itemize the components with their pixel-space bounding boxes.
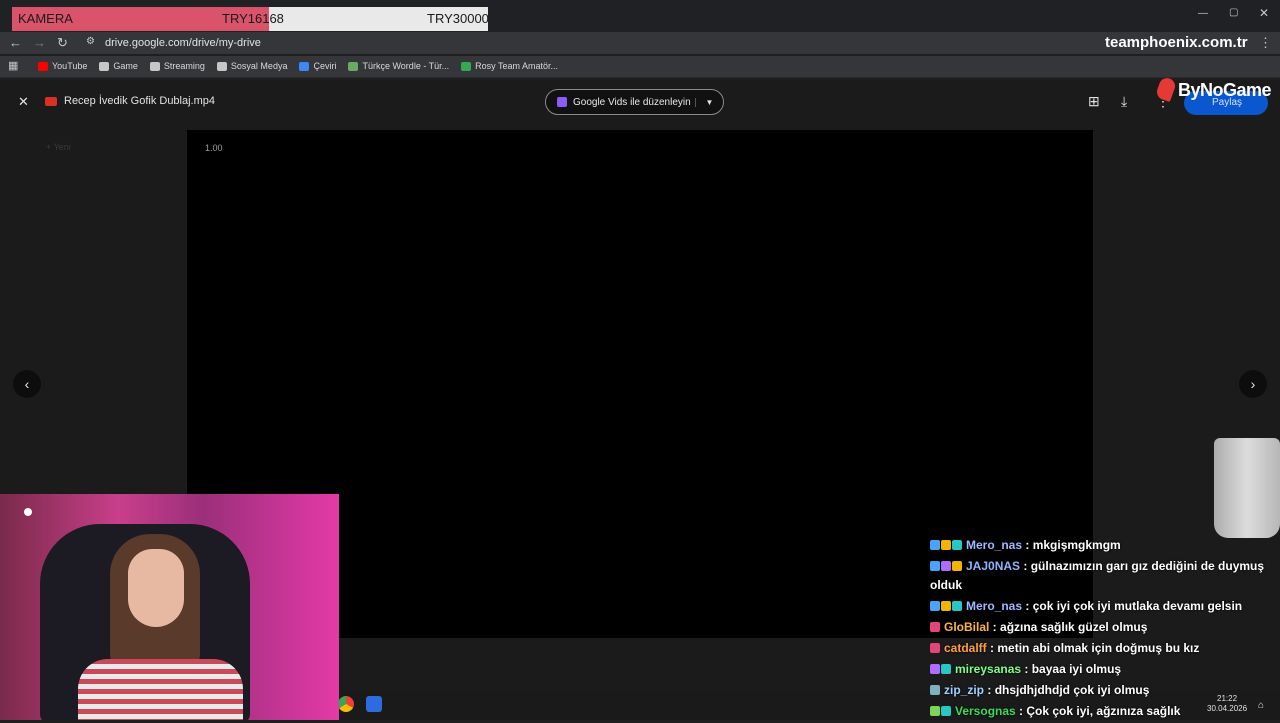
- tip-jar: [1214, 438, 1280, 538]
- chrome-taskbar-icon[interactable]: [338, 696, 354, 712]
- system-clock: 21:22 30.04.2026: [1207, 694, 1247, 714]
- drive-icon: [461, 61, 472, 71]
- goal-target: TRY30000: [427, 11, 489, 26]
- webcam-feed: [0, 494, 339, 720]
- bookmark-label: Sosyal Medya: [230, 61, 288, 71]
- close-window-icon[interactable]: ✕: [1259, 6, 1269, 20]
- playback-speed: 1.00: [205, 143, 223, 153]
- chat-text: mkgişmgkmgm: [1032, 538, 1121, 552]
- next-file-icon[interactable]: ›: [1239, 370, 1267, 398]
- striped-top: [78, 659, 243, 720]
- bookmark-label: YouTube: [52, 61, 88, 71]
- reload-icon[interactable]: ↻: [57, 35, 68, 51]
- wordle-icon: [348, 61, 359, 71]
- chat-text: dhsjdhjdhdjd çok iyi olmuş: [994, 683, 1150, 697]
- chat-badge-icon: [952, 601, 962, 611]
- goal-label: KAMERA: [18, 11, 73, 26]
- bookmark-label: Çeviri: [313, 61, 337, 71]
- chat-badge-icon: [952, 540, 962, 550]
- chat-message: catdalff : metin abi olmak için doğmuş b…: [930, 639, 1270, 658]
- drive-sidebar-ghost: + Yeni: [46, 142, 71, 152]
- chat-message: mireysanas : bayaa iyi olmuş: [930, 660, 1270, 679]
- chat-username: zip_zip: [944, 683, 985, 697]
- bookmark-label: Türkçe Wordle - Tür...: [362, 61, 450, 71]
- chat-text: Çok çok iyi, ağzınıza sağlık: [1026, 704, 1181, 718]
- chat-badge-icon: [941, 601, 951, 611]
- chat-text: bayaa iyi olmuş: [1031, 662, 1122, 676]
- chat-username: Mero_nas: [966, 599, 1023, 613]
- clock-date: 30.04.2026: [1207, 704, 1248, 713]
- chat-badge-icon: [941, 561, 951, 571]
- site-info-icon[interactable]: ⚙: [86, 36, 95, 47]
- bookmark-label: Game: [113, 61, 138, 71]
- sponsor-logo: ByNoGame: [1178, 80, 1272, 100]
- goal-current: TRY16168: [222, 11, 284, 26]
- chat-text: ağzına sağlık güzel olmuş: [1000, 620, 1148, 634]
- chat-badge-icon: [952, 561, 962, 571]
- chat-username: GloBilal: [944, 620, 990, 634]
- streamer-face: [128, 549, 184, 627]
- clock-time: 21:22: [1217, 694, 1238, 703]
- chat-text: çok iyi çok iyi mutlaka devamı gelsin: [1032, 599, 1243, 613]
- back-icon[interactable]: ←: [9, 35, 22, 50]
- bookmark-item[interactable]: Game: [99, 61, 138, 71]
- file-title: Recep İvedik Gofik Dublaj.mp4: [64, 95, 216, 107]
- bookmark-item[interactable]: Rosy Team Amatör...: [461, 61, 558, 71]
- chat-badge-icon: [930, 643, 940, 653]
- close-viewer-icon[interactable]: ✕: [18, 94, 29, 110]
- app-taskbar-icon[interactable]: [366, 696, 382, 712]
- sponsor-site: teamphoenix.com.tr: [1105, 34, 1248, 51]
- chat-badge-icon: [930, 540, 940, 550]
- bookmarks-list: YouTube Game Streaming Sosyal Medya Çeviri Tü…: [38, 61, 558, 71]
- bookmark-item[interactable]: Türkçe Wordle - Tür...: [348, 61, 449, 71]
- youtube-icon: [38, 61, 48, 71]
- download-icon[interactable]: ⤓: [1121, 93, 1127, 110]
- chat-badge-icon: [930, 706, 940, 716]
- apps-grid-icon[interactable]: ▦: [8, 59, 18, 72]
- bookmark-item[interactable]: YouTube: [38, 61, 87, 71]
- bookmark-item[interactable]: Sosyal Medya: [216, 61, 288, 71]
- edit-with-vids-button[interactable]: Google Vids ile düzenleyin ▼: [545, 89, 724, 115]
- light-dot: [24, 508, 32, 516]
- chat-badge-icon: [930, 622, 940, 632]
- folder-icon: [149, 61, 160, 71]
- maximize-icon[interactable]: ▢: [1229, 7, 1238, 18]
- chat-badge-icon: [930, 685, 940, 695]
- chat-message: Mero_nas : mkgişmgkmgm: [930, 536, 1270, 555]
- bookmark-item[interactable]: Çeviri: [299, 61, 336, 71]
- dropdown-arrow-icon[interactable]: ▼: [695, 97, 723, 107]
- forward-icon[interactable]: →: [33, 35, 46, 50]
- notification-icon[interactable]: ⌂: [1258, 700, 1264, 711]
- edit-with-vids-label: Google Vids ile düzenleyin: [573, 96, 691, 108]
- chat-badge-icon: [930, 601, 940, 611]
- bookmark-item[interactable]: Streaming: [149, 61, 205, 71]
- add-comment-icon[interactable]: ⊞: [1088, 93, 1100, 110]
- chat-badge-icon: [930, 664, 940, 674]
- bookmark-label: Streaming: [163, 61, 205, 71]
- chat-badge-icon: [941, 540, 951, 550]
- bookmark-label: Rosy Team Amatör...: [475, 61, 559, 71]
- chat-message: Mero_nas : çok iyi çok iyi mutlaka devam…: [930, 597, 1270, 616]
- folder-icon: [99, 61, 110, 71]
- chat-badge-icon: [930, 561, 940, 571]
- chat-username: Mero_nas: [966, 538, 1023, 552]
- browser-menu-icon[interactable]: ⋮: [1259, 35, 1272, 51]
- chat-username: Versognas: [955, 704, 1016, 718]
- translate-icon: [299, 61, 310, 71]
- vids-icon: [557, 97, 567, 107]
- previous-file-icon[interactable]: ‹: [13, 370, 41, 398]
- minimize-icon[interactable]: —: [1198, 8, 1208, 19]
- chat-message: JAJ0NAS : gülnazımızın garı gız dediğini…: [930, 559, 1265, 592]
- chat-text: metin abi olmak için doğmuş bu kız: [997, 641, 1200, 655]
- chat-message: GloBilal : ağzına sağlık güzel olmuş: [930, 618, 1270, 637]
- chat-badge-icon: [941, 664, 951, 674]
- video-file-icon: [45, 97, 57, 106]
- chat-username: JAJ0NAS: [966, 559, 1021, 573]
- chat-badge-icon: [941, 706, 951, 716]
- folder-icon: [216, 61, 227, 71]
- chat-username: mireysanas: [955, 662, 1022, 676]
- url-field[interactable]: drive.google.com/drive/my-drive: [105, 37, 261, 49]
- chat-username: catdalff: [944, 641, 987, 655]
